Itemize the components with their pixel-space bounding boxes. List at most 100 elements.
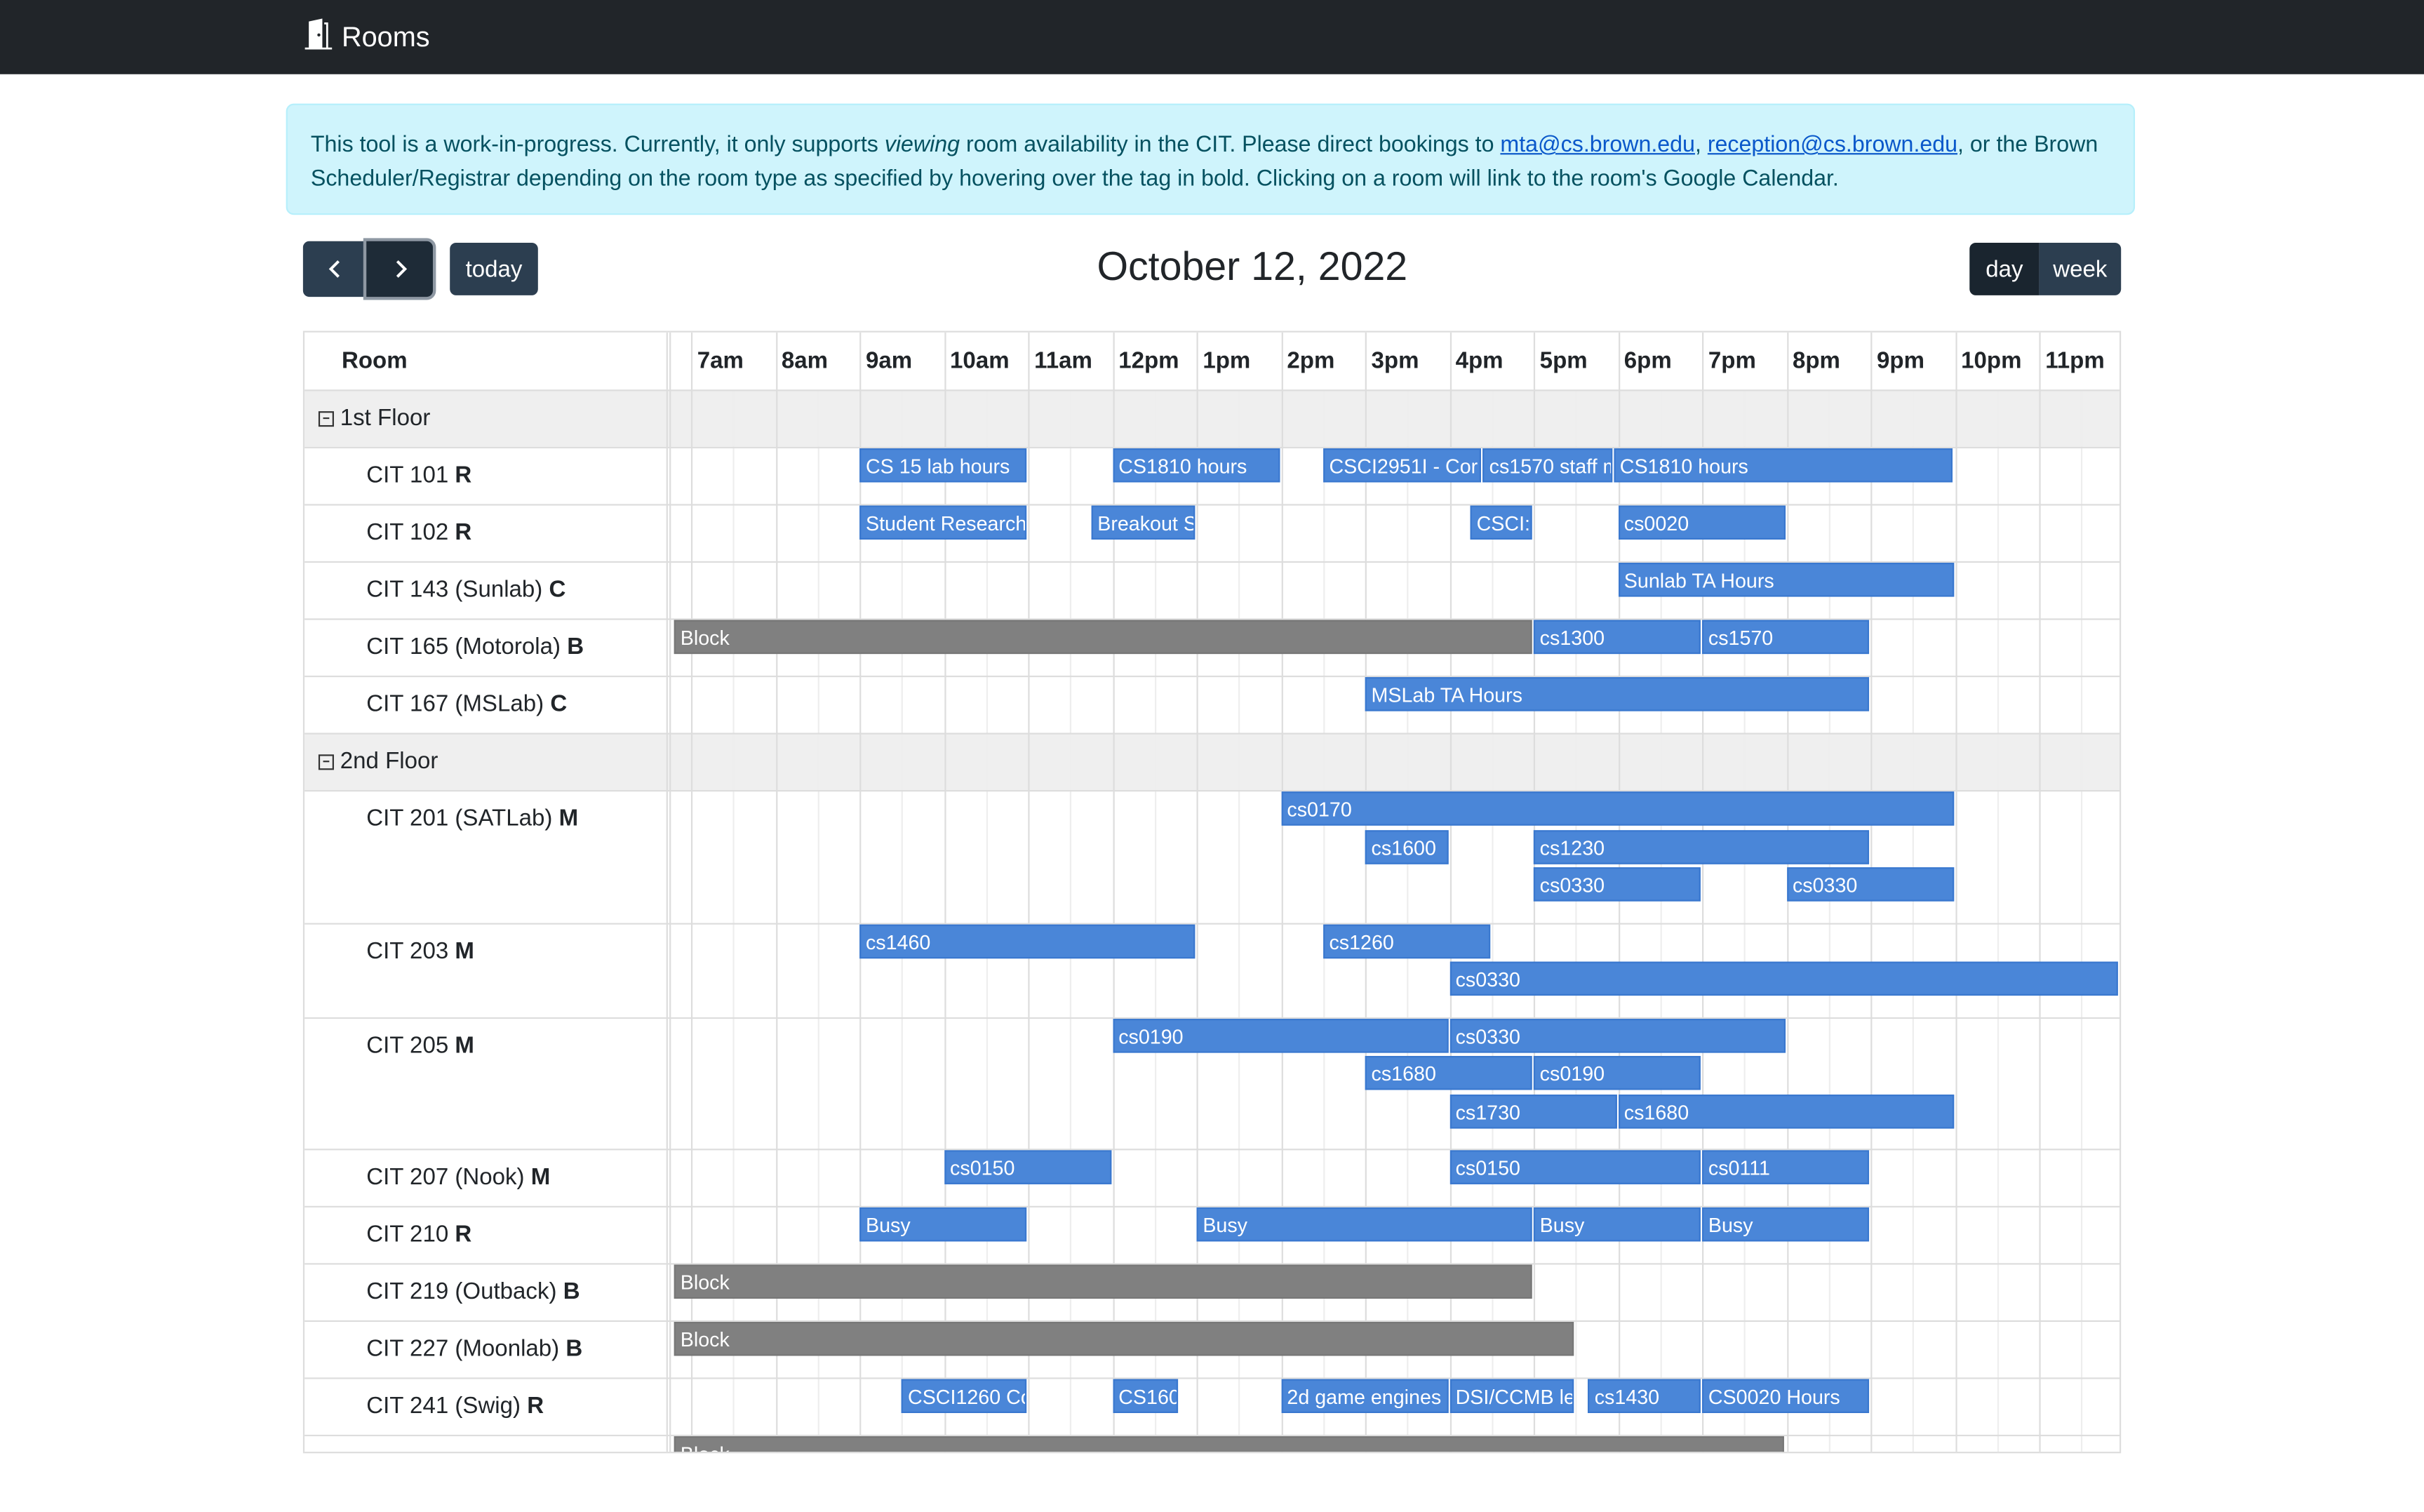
calendar-event[interactable]: cs1730 <box>1449 1093 1616 1128</box>
room-type-tag[interactable]: B <box>567 634 584 660</box>
room-type-tag[interactable]: R <box>455 462 471 488</box>
calendar-event[interactable]: CSCI2951I - Cor <box>1323 448 1482 483</box>
page: Rooms This tool is a work-in-progress. C… <box>0 0 2424 1512</box>
room-type-tag[interactable]: R <box>527 1393 544 1419</box>
calendar-event[interactable]: Student Research <box>859 505 1027 540</box>
resource-header: Room <box>341 347 408 375</box>
calendar-event[interactable]: CS 15 lab hours <box>859 448 1027 483</box>
row-line <box>304 732 2120 735</box>
room-type-tag[interactable]: B <box>565 1336 582 1362</box>
calendar-event[interactable]: CS1810 hours <box>1112 448 1280 483</box>
calendar-event[interactable]: cs1680 <box>1617 1093 1954 1128</box>
next-button[interactable] <box>366 241 433 297</box>
hour-label: 8am <box>781 347 829 375</box>
calendar-event[interactable]: cs0330 <box>1449 961 2118 996</box>
calendar-event[interactable]: Breakout S <box>1091 505 1196 540</box>
room-name[interactable]: CIT 102 R <box>366 519 471 545</box>
room-type-tag[interactable]: M <box>455 937 474 963</box>
calendar-event[interactable]: DSI/CCMB lec <box>1449 1379 1574 1413</box>
room-name[interactable]: CIT 143 (Sunlab) C <box>366 577 565 603</box>
calendar-event[interactable]: CSCI: <box>1470 505 1532 540</box>
calendar-event[interactable]: cs1260 <box>1323 923 1490 958</box>
collapse-toggle-icon[interactable] <box>318 754 334 770</box>
room-name[interactable]: CIT 241 (Swig) R <box>366 1393 544 1419</box>
room-type-tag[interactable]: M <box>455 1032 474 1058</box>
calendar-event[interactable]: cs0020 <box>1617 505 1785 540</box>
calendar-event[interactable]: cs0170 <box>1280 791 1954 826</box>
view-day-button[interactable]: day <box>1969 242 2040 295</box>
room-name[interactable]: CIT 219 (Outback) B <box>366 1278 580 1304</box>
calendar-event[interactable]: Block <box>674 1436 1785 1452</box>
half-hour-line <box>1997 389 1999 1452</box>
calendar-event[interactable]: cs1430 <box>1588 1379 1701 1413</box>
calendar-event[interactable]: cs0330 <box>1449 1018 1785 1052</box>
room-name[interactable]: CIT 203 M <box>366 937 474 963</box>
calendar-event[interactable]: CSCI1260 Co <box>902 1379 1027 1413</box>
calendar-event[interactable]: Busy <box>1196 1207 1532 1242</box>
calendar-event[interactable]: MSLab TA Hours <box>1365 677 1870 711</box>
calendar-event[interactable]: Block <box>674 1321 1574 1356</box>
room-name[interactable]: CIT 201 (SATLab) M <box>366 805 578 831</box>
calendar-event[interactable]: CS0020 Hours <box>1702 1379 1870 1413</box>
calendar-event[interactable]: cs1300 <box>1533 620 1701 655</box>
room-title: CIT 203 <box>366 937 449 964</box>
calendar-event[interactable]: CS1810 hours <box>1613 448 1954 483</box>
today-button[interactable]: today <box>450 242 538 295</box>
room-type-tag[interactable]: C <box>549 577 566 603</box>
email-link-mta[interactable]: mta@cs.brown.edu <box>1500 133 1695 158</box>
room-name[interactable]: CIT 3?? ? <box>366 1450 468 1452</box>
hour-label: 10pm <box>1961 347 2022 375</box>
calendar-event[interactable]: Busy <box>1702 1207 1870 1242</box>
room-name[interactable]: CIT 167 (MSLab) C <box>366 691 567 717</box>
calendar-event[interactable]: Busy <box>1533 1207 1701 1242</box>
room-name[interactable]: CIT 165 (Motorola) B <box>366 634 584 660</box>
room-name[interactable]: CIT 210 R <box>366 1222 471 1247</box>
calendar-event[interactable]: cs1230 <box>1533 829 1870 864</box>
room-type-tag[interactable]: B <box>563 1278 580 1304</box>
room-type-tag[interactable]: M <box>531 1164 551 1190</box>
room-type-tag[interactable]: C <box>550 691 567 717</box>
prev-button[interactable] <box>302 241 367 297</box>
room-title: CIT 3?? ? <box>366 1450 468 1452</box>
calendar-event[interactable]: Busy <box>859 1207 1027 1242</box>
calendar-event[interactable]: cs0150 <box>1449 1150 1701 1184</box>
brand-link[interactable]: Rooms <box>303 18 430 57</box>
calendar-event[interactable]: cs0150 <box>944 1150 1111 1184</box>
room-title: CIT 101 <box>366 462 449 489</box>
calendar-event[interactable]: cs0190 <box>1533 1055 1701 1090</box>
hour-label: 3pm <box>1371 347 1419 375</box>
calendar-event[interactable]: CS160 <box>1112 1379 1179 1413</box>
calendar-event[interactable]: cs1570 staff m <box>1482 448 1612 483</box>
half-hour-line <box>1660 389 1662 1452</box>
room-type-tag[interactable]: M <box>559 805 579 831</box>
email-link-reception[interactable]: reception@cs.brown.edu <box>1708 133 1957 158</box>
calendar-event[interactable]: cs0330 <box>1786 867 1954 902</box>
hour-line <box>1955 332 1957 1452</box>
view-week-button[interactable]: week <box>2039 242 2122 295</box>
calendar-event[interactable]: cs1680 <box>1365 1055 1532 1090</box>
room-name[interactable]: CIT 205 M <box>366 1032 474 1058</box>
hour-label: 5pm <box>1539 347 1588 375</box>
collapse-toggle-icon[interactable] <box>318 410 334 427</box>
calendar-event[interactable]: cs0330 <box>1533 867 1701 902</box>
calendar-event[interactable]: 2d game engines <box>1280 1379 1448 1413</box>
calendar-event[interactable]: cs0190 <box>1112 1018 1448 1052</box>
room-name[interactable]: CIT 101 R <box>366 462 471 488</box>
calendar-event[interactable]: Sunlab TA Hours <box>1617 563 1954 597</box>
calendar-event[interactable]: cs1570 <box>1702 620 1870 655</box>
calendar-event[interactable]: Block <box>674 620 1532 655</box>
half-hour-line <box>2081 389 2083 1452</box>
hour-label: 11am <box>1034 347 1092 375</box>
group-header[interactable]: 2nd Floor <box>318 748 438 775</box>
group-header[interactable]: 1st Floor <box>318 405 430 431</box>
calendar-event[interactable]: cs1600 <box>1365 829 1448 864</box>
calendar-event[interactable]: Block <box>674 1264 1532 1299</box>
calendar-event[interactable]: cs1460 <box>859 923 1196 958</box>
room-name[interactable]: CIT 207 (Nook) M <box>366 1164 550 1190</box>
room-type-tag[interactable]: R <box>455 519 471 545</box>
navbar: Rooms <box>0 0 2424 74</box>
room-name[interactable]: CIT 227 (Moonlab) B <box>366 1336 582 1362</box>
room-title: CIT 167 (MSLab) <box>366 690 544 718</box>
room-type-tag[interactable]: R <box>455 1222 471 1247</box>
calendar-event[interactable]: cs0111 <box>1702 1150 1870 1184</box>
